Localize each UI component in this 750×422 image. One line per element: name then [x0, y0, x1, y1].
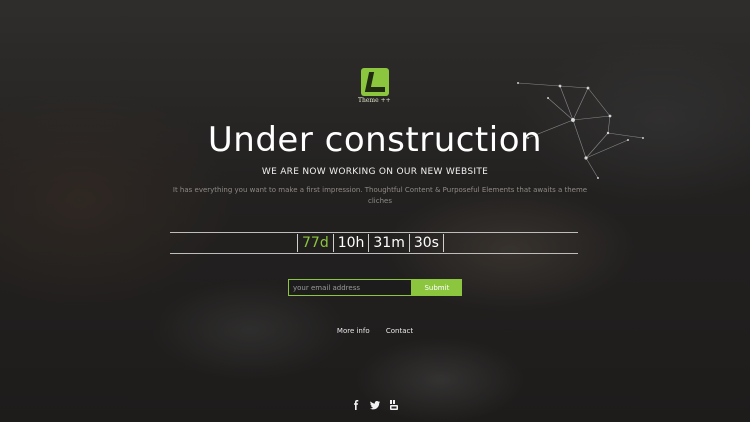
page-subtitle: WE ARE NOW WORKING ON OUR NEW WEBSITE — [261, 167, 489, 177]
footer-links: More info Contact — [0, 327, 750, 335]
background-photo — [0, 0, 750, 422]
countdown-hours: 10h — [332, 234, 369, 252]
countdown-days: 77d — [297, 234, 333, 252]
facebook-icon[interactable] — [350, 396, 362, 410]
submit-button[interactable]: Submit — [411, 279, 462, 296]
logo-tagline: Theme ++ — [358, 97, 391, 104]
more-info-link[interactable]: More info — [337, 327, 370, 335]
countdown-timer: 77d 10h 31m 30s — [170, 232, 578, 254]
countdown-seconds: 30s — [408, 234, 444, 252]
contact-link[interactable]: Contact — [386, 327, 413, 335]
countdown-minutes: 31m — [368, 234, 408, 252]
twitter-icon[interactable] — [369, 396, 381, 410]
youtube-icon[interactable] — [388, 396, 400, 410]
site-logo[interactable]: Theme ++ — [358, 68, 392, 106]
page-description: It has everything you want to make a fir… — [172, 186, 588, 205]
newsletter-form: Submit — [288, 279, 462, 296]
social-links — [350, 396, 400, 410]
page-title: Under construction — [207, 120, 543, 160]
email-input[interactable] — [288, 279, 412, 296]
l-letter-logo-icon — [361, 68, 389, 96]
